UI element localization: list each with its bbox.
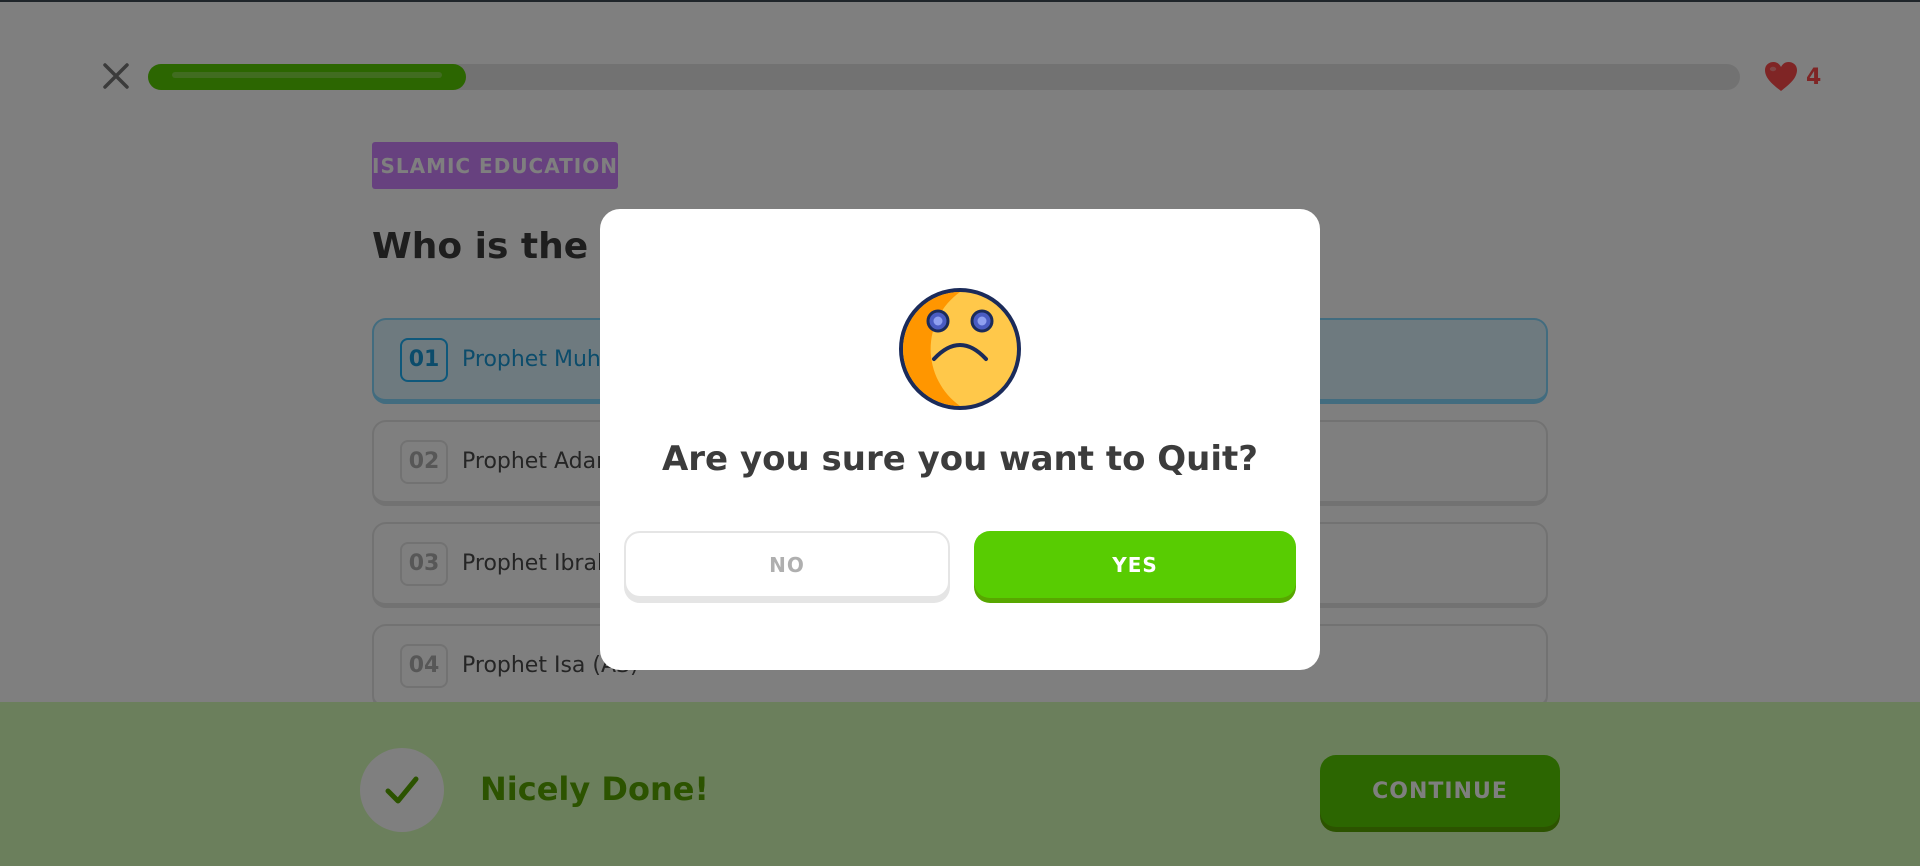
no-button[interactable]: NO	[624, 531, 950, 598]
quit-dialog: Are you sure you want to Quit? NO YES	[600, 209, 1320, 670]
yes-button[interactable]: YES	[974, 531, 1296, 598]
dialog-title: Are you sure you want to Quit?	[661, 439, 1259, 479]
sad-face-icon	[898, 287, 1022, 411]
